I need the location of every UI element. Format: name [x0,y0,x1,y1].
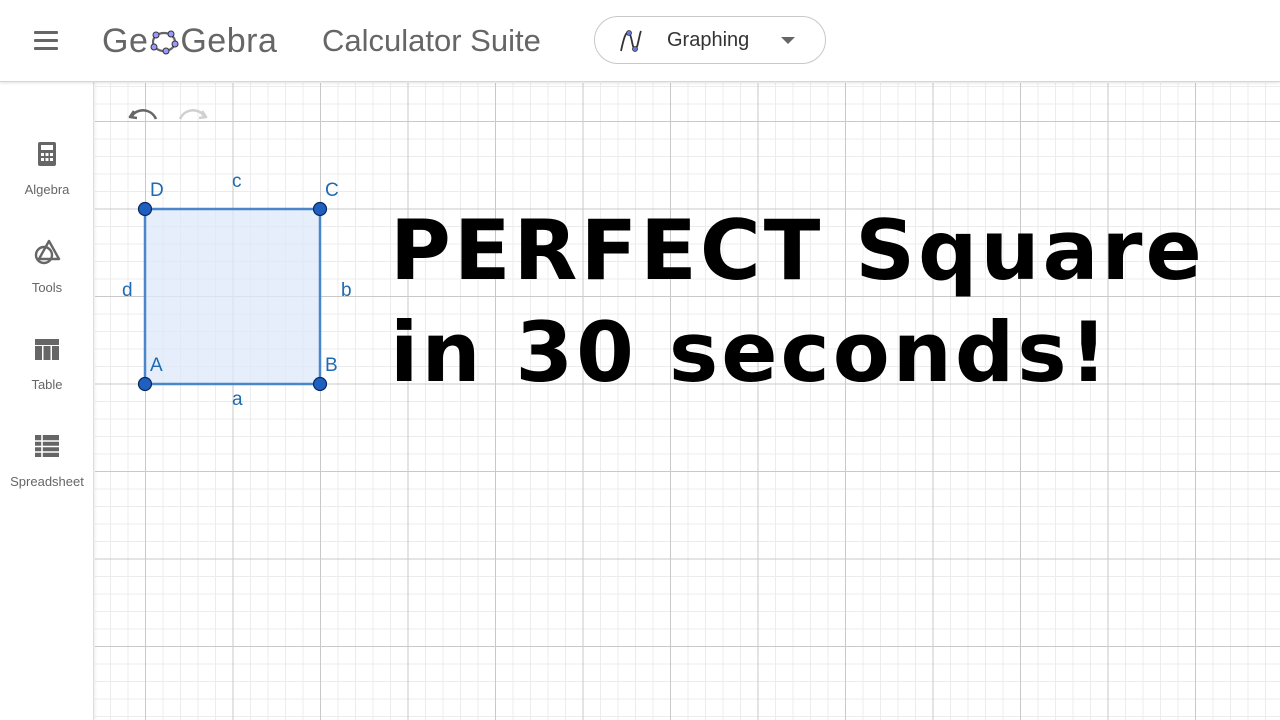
point-a[interactable] [137,376,153,392]
tools-shapes-icon [34,239,61,265]
sidebar-item-label: Tools [31,280,63,295]
sidebar-item-label: Algebra [24,182,70,197]
app-picker-label: Graphing [667,29,750,51]
geogebra-logo[interactable]: Ge Gebra [102,18,277,64]
point-d[interactable] [137,201,153,217]
point-b[interactable] [312,376,328,392]
headline-line-2: in 30 seconds! [390,304,1111,401]
headline-line-1: PERFECT Square [390,202,1205,299]
geogebra-ellipse-icon [150,30,179,55]
app-picker-dropdown[interactable]: Graphing [594,16,826,64]
menu-icon-bar [34,47,58,50]
sidebar-item-algebra[interactable]: Algebra [0,130,94,210]
sidebar-item-label: Table [31,377,63,392]
undo-icon [128,109,158,120]
sidebar-item-tools[interactable]: Tools [0,228,94,308]
sidebar-item-table[interactable]: Table [0,325,94,405]
graphing-curve-icon [620,30,642,52]
calculator-icon [38,142,56,166]
redo-button[interactable] [175,103,209,129]
undo-button[interactable] [127,103,161,129]
sidebar-item-spreadsheet[interactable]: Spreadsheet [0,422,94,502]
redo-icon [178,109,208,120]
sidebar-item-label: Spreadsheet [10,474,84,489]
menu-button[interactable] [22,24,70,58]
spreadsheet-icon [35,435,59,457]
logo-text-left: Ge [102,21,149,60]
headline-text: PERFECT Square in 30 seconds! [390,200,1250,404]
suite-title: Calculator Suite [322,23,541,58]
header-bar: Ge Gebra Calculator Suite Graphing [0,0,1280,82]
chevron-down-icon [781,37,795,44]
sidebar: Algebra Tools Table Spreadsheet [0,82,94,720]
menu-icon [34,31,58,34]
menu-icon-bar [34,39,58,42]
logo-text-right: Gebra [180,21,278,60]
table-icon [35,339,59,360]
point-c[interactable] [312,201,328,217]
